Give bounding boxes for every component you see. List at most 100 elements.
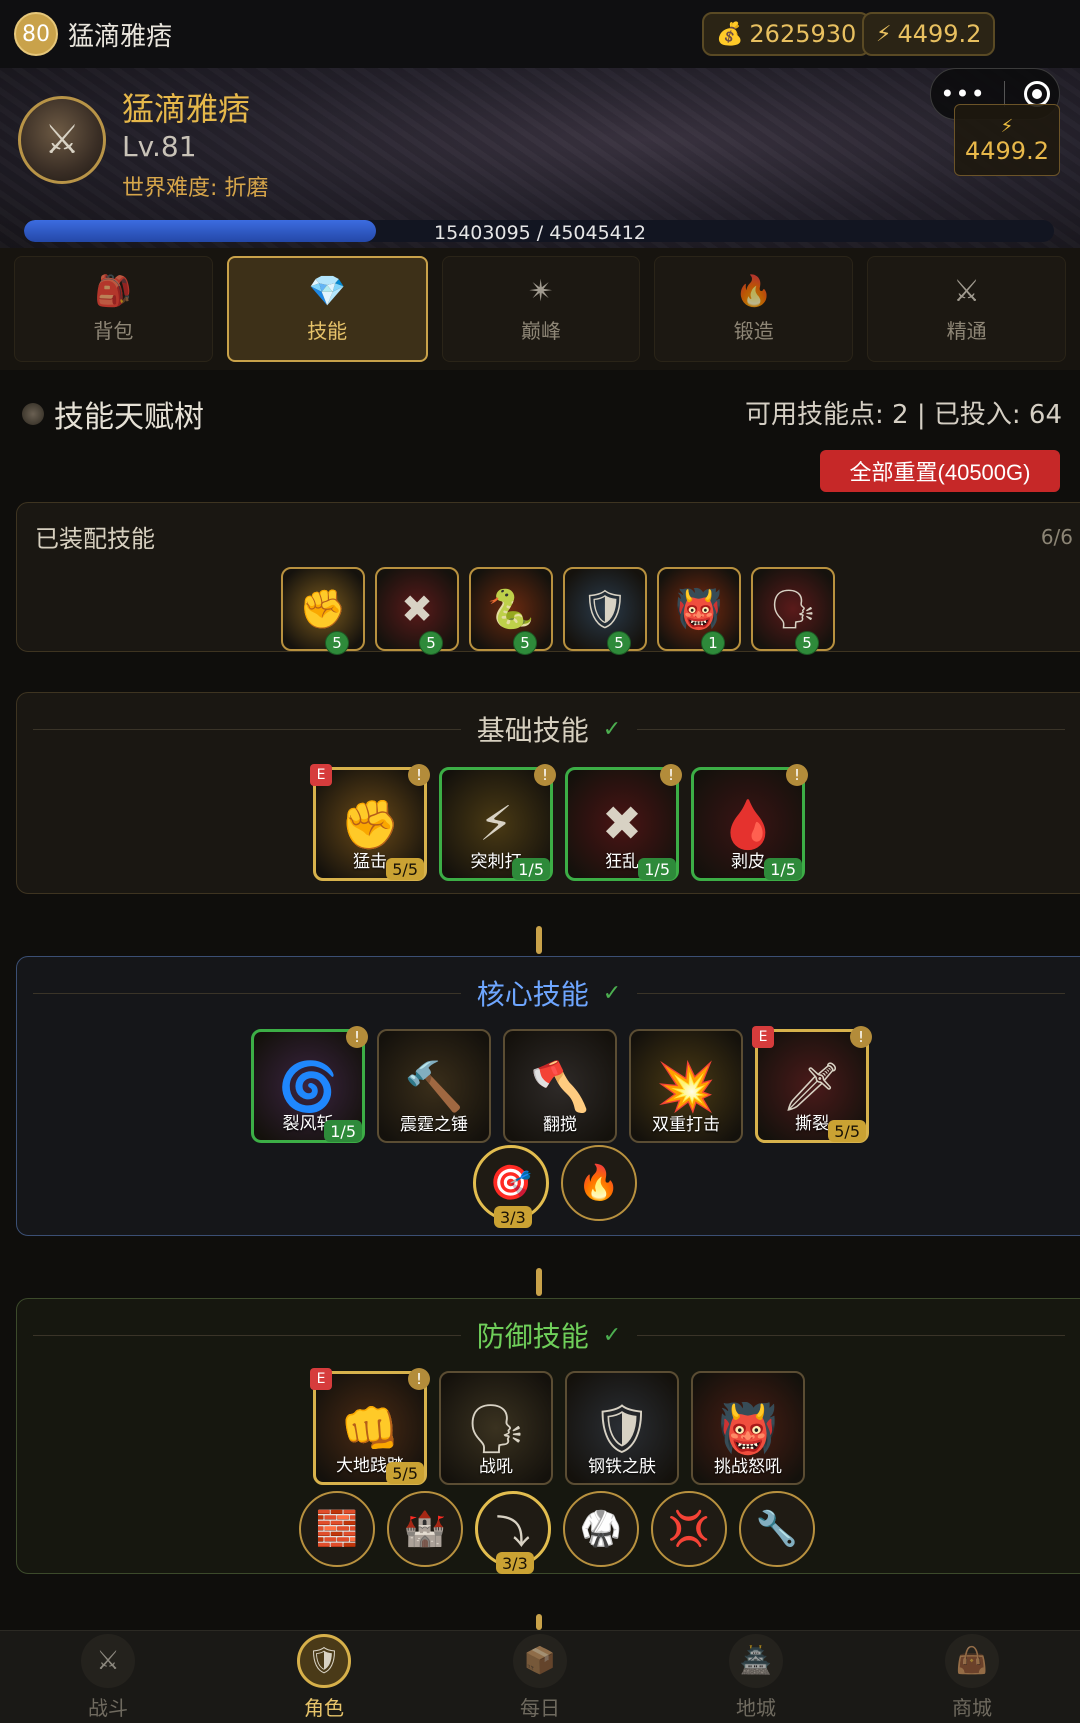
equipped-skill-slot[interactable]: 🛡 5 xyxy=(563,567,647,655)
tab-label: 精通 xyxy=(946,319,987,343)
lightning-icon: ⚡ xyxy=(1000,115,1014,137)
skill-node[interactable]: ⚡ 突刺打 1/5! xyxy=(439,764,556,881)
crossed-swords-icon: ⚔ xyxy=(953,274,981,309)
bottom-nav-item[interactable]: ⚔ 战斗 xyxy=(0,1631,216,1723)
check-icon: ✓ xyxy=(602,980,622,1006)
equipped-skill-slot[interactable]: 👹 1 xyxy=(657,567,741,655)
bottom-nav-item[interactable]: 📦 每日 xyxy=(432,1631,648,1723)
skill-node[interactable]: 🪓 翻搅 xyxy=(503,1029,617,1143)
gold-pill[interactable]: 💰 2625930 xyxy=(702,12,871,56)
skill-level-badge: 5 xyxy=(325,631,349,655)
equipped-skill-slot[interactable]: 🗣 5 xyxy=(751,567,835,655)
target-icon: 🎯 xyxy=(489,1163,533,1203)
skill-node[interactable]: ✖ 狂乱 1/5! xyxy=(565,764,682,881)
equipped-skill-slot[interactable]: 🐍 5 xyxy=(469,567,553,655)
check-icon: ✓ xyxy=(602,716,622,742)
top-status-bar: 80 猛滴雅痞 💰 2625930 ⚡ 4499.2 xyxy=(0,0,1080,68)
alert-icon: ! xyxy=(660,764,682,786)
dungeon-icon: 🏯 xyxy=(729,1633,783,1688)
character-header: ⚔ 猛滴雅痞 Lv.81 世界难度: 折磨 ••• ⚡ 4499.2 15403… xyxy=(0,68,1080,248)
bottom-nav-item[interactable]: 🛡 角色 xyxy=(216,1631,432,1723)
skill-modifier-node[interactable]: 🏰 xyxy=(387,1491,463,1567)
skill-node[interactable]: 👹 挑战怒吼 xyxy=(691,1371,805,1485)
skill-modifier-node[interactable]: 🔧 xyxy=(739,1491,815,1567)
bottom-navigation: ⚔ 战斗 🛡 角色 📦 每日 🏯 地城 👜 商城 xyxy=(0,1630,1080,1723)
skill-name: 钢铁之肤 xyxy=(588,1457,656,1477)
basic-skills-title: 基础技能 xyxy=(476,714,589,747)
header-divider xyxy=(33,992,461,994)
skill-node[interactable]: 🩸 剥皮 1/5! xyxy=(691,764,808,881)
power-pill[interactable]: ⚡ 4499.2 xyxy=(862,12,996,56)
reset-all-button[interactable]: 全部重置(40500G) xyxy=(820,450,1060,492)
skill-node[interactable]: 🔨 震霆之锤 xyxy=(377,1029,491,1143)
anger-icon: 💢 xyxy=(667,1509,711,1549)
alert-icon: ! xyxy=(850,1026,872,1048)
skill-name: 双重打击 xyxy=(652,1115,720,1135)
skill-node[interactable]: 🌀 裂风斩 1/5! xyxy=(251,1026,368,1143)
header-divider xyxy=(33,1334,461,1336)
header-divider xyxy=(637,992,1066,994)
defense-skills-title: 防御技能 xyxy=(476,1320,589,1353)
gold-amount: 2625930 xyxy=(749,20,857,48)
skill-node[interactable]: ✊ 猛击 5/5! E xyxy=(310,764,430,881)
paragon-star-icon: ✴ xyxy=(528,274,554,309)
skill-modifier-node[interactable]: 🧱 xyxy=(299,1491,375,1567)
defense-skill-row: 👊 大地践踏 5/5! E 🗣 战吼 🛡 钢铁之肤 👹 挑战怒吼 xyxy=(310,1368,805,1485)
core-skills-card: 核心技能 ✓ 🌀 裂风斩 1/5! 🔨 震霆之锤 🪓 翻搅 💥 双重打击 🗡 撕裂 5/5! E 🎯 3/… xyxy=(16,956,1080,1236)
skill-node[interactable]: 🛡 钢铁之肤 xyxy=(565,1371,679,1485)
tab-4[interactable]: ⚔ 精通 xyxy=(867,256,1066,362)
skill-node[interactable]: 💥 双重打击 xyxy=(629,1029,743,1143)
skill-name: 挑战怒吼 xyxy=(714,1457,782,1477)
skill-rank-badge: 1/5 xyxy=(638,858,676,880)
tab-label: 锻造 xyxy=(733,319,774,343)
tab-1[interactable]: 💎 技能 xyxy=(226,256,428,362)
power-box: ⚡ 4499.2 xyxy=(954,104,1060,176)
bottom-nav-item[interactable]: 👜 商城 xyxy=(864,1631,1080,1723)
modifier-rank-badge: 3/3 xyxy=(496,1552,534,1574)
avatar[interactable]: ⚔ xyxy=(18,96,106,184)
skill-level-badge: 5 xyxy=(419,631,443,655)
section-title: 技能天赋树 xyxy=(22,392,204,436)
wrench-icon: 🔧 xyxy=(755,1509,799,1549)
skill-tree-panel: 技能天赋树 可用技能点: 2 | 已投入: 64 全部重置(40500G) 已装… xyxy=(0,370,1080,1630)
tab-3[interactable]: 🔥 锻造 xyxy=(654,256,854,362)
skill-rank-badge: 1/5 xyxy=(324,1120,362,1142)
alert-icon: ! xyxy=(346,1026,368,1048)
core-skills-title: 核心技能 xyxy=(476,978,589,1011)
gold-bag-icon: 💰 xyxy=(716,21,744,47)
bottom-nav-label: 角色 xyxy=(304,1695,344,1720)
skill-node[interactable]: 👊 大地践踏 5/5! E xyxy=(310,1368,430,1485)
core-modifier-row: 🎯 3/3 🔥 xyxy=(473,1145,637,1228)
tab-label: 技能 xyxy=(307,319,348,343)
skill-node[interactable]: 🗣 战吼 xyxy=(439,1371,553,1485)
bottom-nav-label: 每日 xyxy=(520,1695,560,1720)
check-icon: ✓ xyxy=(602,1322,622,1348)
bottom-nav-label: 地城 xyxy=(736,1695,776,1720)
defense-skills-header: 防御技能 ✓ xyxy=(17,1315,1080,1355)
tree-connector xyxy=(536,1268,542,1296)
tab-2[interactable]: ✴ 巅峰 xyxy=(441,256,641,362)
world-difficulty: 世界难度: 折磨 xyxy=(122,176,269,201)
header-divider xyxy=(33,728,461,730)
tab-0[interactable]: 🎒 背包 xyxy=(14,256,213,362)
castle-icon: 🏰 xyxy=(403,1509,447,1549)
skill-modifier-node[interactable]: 🥋 xyxy=(563,1491,639,1567)
bottom-nav-item[interactable]: 🏯 地城 xyxy=(648,1631,864,1723)
modifier-rank-badge: 3/3 xyxy=(494,1206,532,1228)
skill-modifier-node[interactable]: ⤵ 3/3 xyxy=(475,1491,551,1574)
skill-node[interactable]: 🗡 撕裂 5/5! E xyxy=(752,1026,872,1143)
shop-bag-icon: 👜 xyxy=(945,1633,999,1688)
core-skill-row: 🌀 裂风斩 1/5! 🔨 震霆之锤 🪓 翻搅 💥 双重打击 🗡 撕裂 5/5! E xyxy=(251,1026,872,1143)
fire-icon: 🔥 xyxy=(577,1163,621,1203)
alert-icon: ! xyxy=(534,764,556,786)
skill-modifier-node[interactable]: 🔥 xyxy=(561,1145,637,1221)
skill-tree-title: 技能天赋树 xyxy=(54,400,204,435)
defense-modifier-row: 🧱 🏰 ⤵ 3/3 🥋 💢 🔧 xyxy=(299,1491,815,1574)
equipped-skill-slot[interactable]: ✊ 5 xyxy=(281,567,365,655)
skill-modifier-node[interactable]: 💢 xyxy=(651,1491,727,1567)
skill-modifier-node[interactable]: 🎯 3/3 xyxy=(473,1145,549,1228)
equipped-skill-slot[interactable]: ✖ 5 xyxy=(375,567,459,655)
forge-icon: 🔥 xyxy=(735,274,773,309)
equipped-tag-icon: E xyxy=(310,764,332,786)
skill-rank-badge: 5/5 xyxy=(386,858,424,880)
